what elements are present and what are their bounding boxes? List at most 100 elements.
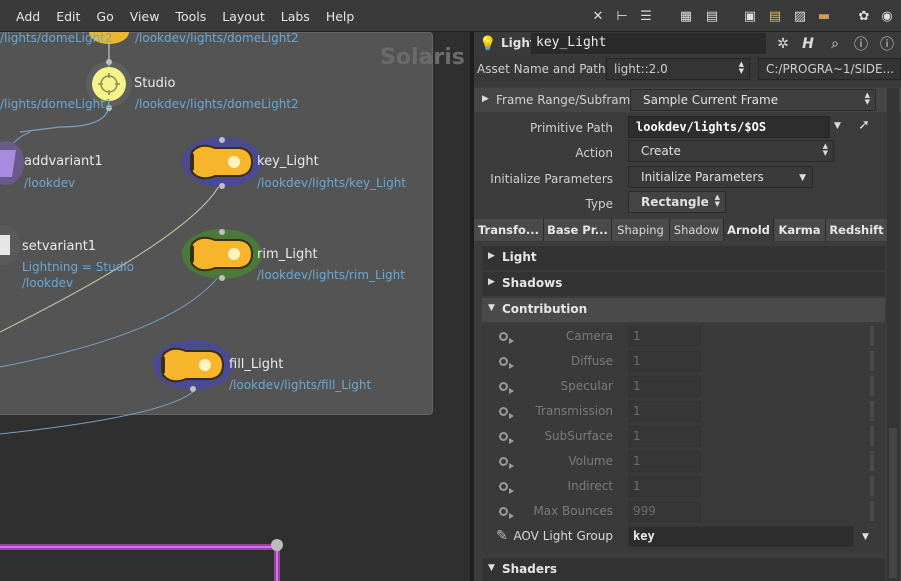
box-icon[interactable]: ▬ [815,7,833,25]
tab-shadow[interactable]: Shadow [670,219,724,241]
section-shaders[interactable]: ▼ Shaders [482,558,885,581]
param-specular-value[interactable]: 1 [628,376,701,397]
info-icon[interactable]: ⓘ [852,35,870,53]
slider-handle[interactable] [870,451,874,471]
grid-icon[interactable]: ▦ [677,7,695,25]
scrollbar-thumb[interactable] [889,428,897,578]
menu-layout[interactable]: Layout [214,9,273,24]
node-wires [0,32,283,581]
action-menu[interactable]: Create ▲ ▼ [628,140,834,162]
picture-icon[interactable]: ▨ [791,7,809,25]
param-indirect: Indirect 1 [482,474,885,499]
up-down-arrows-icon: ▲ ▼ [738,60,744,75]
list-icon[interactable]: ☰ [637,7,655,25]
network-editor[interactable]: Solaris /lights/domeLight2 /lookdev/ligh… [0,32,470,581]
keyframe-icon[interactable] [499,357,514,369]
section-shadows[interactable]: ▶ Shadows [482,272,885,296]
setvariant-node[interactable] [0,225,20,265]
palette-icon[interactable]: ✿ [855,7,873,25]
menu-view[interactable]: View [122,9,168,24]
search-icon[interactable]: ⌕ [826,35,844,53]
key-light-node[interactable] [182,137,262,189]
keyframe-icon[interactable] [499,507,514,519]
tab-arnold[interactable]: Arnold [724,219,774,241]
frame-range-menu[interactable]: Sample Current Frame ▲ ▼ [630,89,876,111]
slider-handle[interactable] [870,401,874,421]
tools-icon[interactable]: ✕ [589,7,607,25]
frame-range-label: Frame Range/Subframes [496,93,644,107]
menu-labs[interactable]: Labs [273,9,318,24]
select-arrow-icon[interactable]: ➚ [855,116,873,134]
param-transmission-value[interactable]: 1 [628,401,701,422]
asset-row: Asset Name and Path light::2.0 ▲ ▼ C:/PRO… [474,56,901,82]
image-icon[interactable]: ▣ [741,7,759,25]
expand-arrow-icon: ▶ [488,277,495,287]
collapse-arrow-icon: ▼ [488,563,495,573]
main-menu: Add Edit Go View Tools Layout Labs Help [8,0,362,32]
menu-help[interactable]: Help [318,9,363,24]
param-scrollbar[interactable] [887,88,899,581]
setvariant-node-path: Lightning = Studio [22,260,135,274]
init-params-menu[interactable]: Initialize Parameters ▼ [628,166,813,188]
help-icon[interactable]: ⓘ [878,35,896,53]
asset-version-menu[interactable]: light::2.0 ▲ ▼ [606,58,750,80]
param-camera-value[interactable]: 1 [628,326,701,347]
menu-tools[interactable]: Tools [167,9,214,24]
aov-light-group-field[interactable]: key [628,526,854,547]
tab-redshift[interactable]: Redshift [826,219,888,241]
note-icon[interactable]: ▤ [766,7,784,25]
gear-icon[interactable]: ✲ [774,35,792,53]
slider-handle[interactable] [870,426,874,446]
asset-path-field[interactable]: C:/PROGRA~1/SIDE... [758,58,901,80]
param-diffuse: Diffuse 1 [482,349,885,374]
slider-handle[interactable] [870,326,874,346]
studio-node-path: /lookdev/lights/domeLight2 [135,97,299,111]
frame-range-row[interactable]: ▶ Frame Range/Subframes Sample Current F… [474,88,901,112]
keyframe-icon[interactable] [499,382,514,394]
grid-alt-icon[interactable]: ▤ [703,7,721,25]
menu-add[interactable]: Add [8,9,48,24]
param-subsurface-value[interactable]: 1 [628,426,701,447]
menu-edit[interactable]: Edit [48,9,88,24]
expand-arrow-icon[interactable]: ▶ [482,94,489,104]
tab-shaping[interactable]: Shaping [612,219,670,241]
param-volume-value[interactable]: 1 [628,451,701,472]
param-indirect-value[interactable]: 1 [628,476,701,497]
eye-icon[interactable]: ◉ [878,7,896,25]
menu-go[interactable]: Go [88,9,121,24]
node-name-field[interactable]: key_Light [531,33,766,54]
fill-light-node[interactable] [153,340,233,392]
param-max-bounces-value[interactable]: 999 [628,501,701,522]
rim-light-node[interactable] [182,229,262,281]
slider-handle[interactable] [870,501,874,521]
pencil-icon[interactable]: ✎ [496,528,508,544]
slider-handle[interactable] [870,351,874,371]
param-header: 💡 Light key_Light ✲ H ⌕ ⓘ ⓘ [474,32,901,56]
addvariant-node[interactable] [0,141,24,185]
chevron-down-icon[interactable]: ▼ [862,532,869,542]
aov-light-group-label: AOV Light Group [513,529,613,543]
keyframe-icon[interactable] [499,432,514,444]
keyframe-icon[interactable] [499,332,514,344]
keyframe-icon[interactable] [499,457,514,469]
keyframe-icon[interactable] [499,482,514,494]
section-light[interactable]: ▶ Light [482,246,885,270]
section-contribution[interactable]: ▼ Contribution [482,298,885,322]
action-value: Create [641,144,681,158]
keyframe-icon[interactable] [499,407,514,419]
param-diffuse-value[interactable]: 1 [628,351,701,372]
param-transmission-label: Transmission [535,404,613,418]
tab-karma[interactable]: Karma [774,219,826,241]
tab-base-primitive[interactable]: Base Pr... [544,219,612,241]
type-menu[interactable]: Rectangle ▲ ▼ [628,191,726,213]
slider-handle[interactable] [870,476,874,496]
help-h-icon[interactable]: H [799,35,817,53]
up-down-arrows-icon: ▲ ▼ [864,91,870,106]
tab-transform[interactable]: Transfo... [474,219,544,241]
primitive-path-field[interactable]: lookdev/lights/$OS [628,116,830,138]
connector-dot[interactable] [271,539,283,551]
hierarchy-icon[interactable]: ⊢ [613,7,631,25]
slider-handle[interactable] [870,376,874,396]
chevron-down-icon[interactable]: ▼ [834,121,841,131]
type-label: Type [585,197,613,211]
